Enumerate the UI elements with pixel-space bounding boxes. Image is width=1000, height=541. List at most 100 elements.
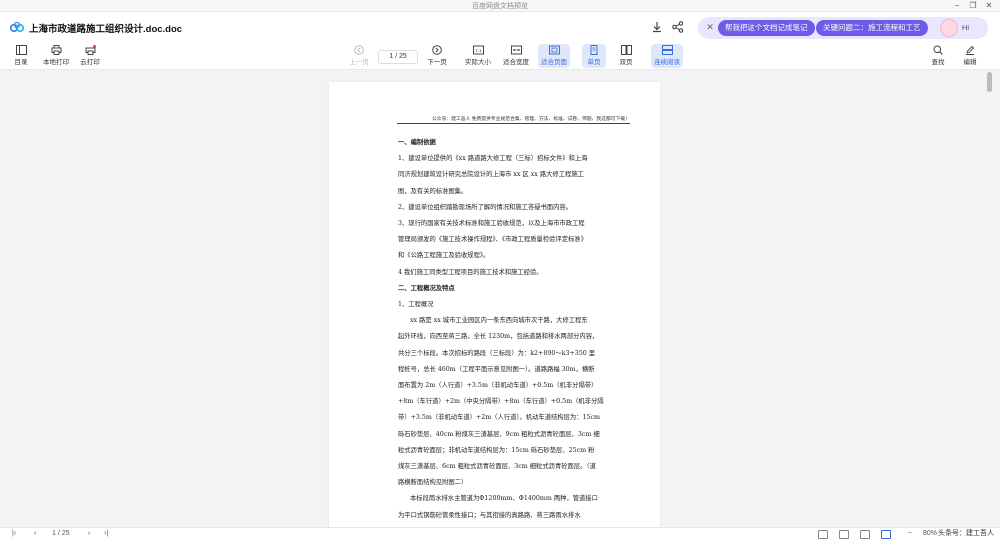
baidu-netdisk-logo-icon — [10, 21, 24, 33]
document-title: 上海市政道路施工组织设计.doc.doc — [29, 24, 183, 35]
ai-suggestion-note[interactable]: 帮我把这个文档记成笔记 — [718, 20, 815, 36]
document-line: 3、现行的国家有关技术标准和施工验收规范，以及上海市市政工程 — [398, 220, 585, 228]
page-number-input[interactable]: 1 / 25 — [378, 50, 418, 64]
minimize-button[interactable]: − — [950, 0, 964, 12]
double-page-button[interactable]: 双页 — [614, 44, 638, 68]
double-page-label: 双页 — [619, 59, 633, 66]
document-page: 公众号：建工吾人 免费提供专业规范合集、管理、方法、标准、试卷、师题、我这都可下… — [329, 82, 660, 533]
double-page-icon — [620, 45, 632, 55]
close-window-button[interactable]: ✕ — [982, 0, 996, 12]
document-line: 图，及有关的标准图集。 — [398, 187, 468, 195]
fit-width-label: 适合宽度 — [503, 59, 529, 66]
ai-suggestion-key-question[interactable]: 关键问题二：施工流程和工艺 — [816, 20, 928, 36]
document-line: 本标段雨水排水主管道为Φ1200mm、Φ1400mm 两种，管道接口 — [410, 495, 598, 503]
cloud-printer-icon — [85, 45, 96, 55]
os-title-bar: 百度网盘文档预览 − ❐ ✕ — [0, 0, 1000, 12]
fit-width-button[interactable]: 适合宽度 — [500, 44, 532, 68]
document-line: 带）+3.5m（非机动车道）+2m（人行道）。机动车道结构层为：15cm — [398, 414, 600, 422]
pencil-icon — [966, 45, 975, 55]
edit-button[interactable]: 编辑 — [960, 44, 980, 68]
zoom-out-button[interactable]: − — [908, 530, 912, 537]
search-label: 查找 — [931, 59, 945, 66]
local-print-button[interactable]: 本地打印 — [40, 44, 72, 68]
toc-label: 目录 — [14, 59, 28, 66]
section-heading: 二、工程概况及特点 — [398, 284, 455, 292]
cloud-print-label: 云打印 — [80, 59, 100, 66]
maximize-button[interactable]: ❐ — [966, 0, 980, 12]
actual-size-label: 实际大小 — [465, 59, 491, 66]
toc-icon — [15, 45, 27, 55]
document-line: 和《公路工程施工及验收规程》。 — [398, 252, 490, 260]
next-page-icon[interactable]: › — [88, 530, 90, 537]
share-icon[interactable] — [671, 20, 685, 34]
fit-page-small-icon[interactable] — [860, 530, 870, 539]
app-header: 上海市政道路施工组织设计.doc.doc ✕ 帮我把这个文档记成笔记 关键问题二… — [0, 12, 1000, 42]
status-bar: |‹ ‹ 1 / 25 › ›| − 80% — [0, 527, 1000, 541]
document-line: 管理局颁发的《施工技术操作规程》、《市政工程质量检验评定标准》 — [398, 236, 587, 244]
fit-page-button[interactable]: 适合页面 — [538, 44, 570, 68]
document-line: 程桩号，总长 460m（工程平面示意见附图一）。道路路幅 30m，横断 — [398, 365, 595, 373]
status-page-indicator[interactable]: 1 / 25 — [52, 530, 70, 537]
actual-size-button[interactable]: 1:1 实际大小 — [462, 44, 494, 68]
document-line: 煤灰三渣基层、6cm 粗粒式沥青砼面层、3cm 细粒式沥青砼面层。（道 — [398, 463, 596, 471]
ai-assistant-avatar[interactable] — [940, 19, 958, 37]
document-line: 1、工程概况 — [398, 301, 434, 309]
svg-text:1:1: 1:1 — [475, 48, 482, 53]
actual-size-small-icon[interactable] — [818, 530, 828, 539]
single-page-label: 单页 — [587, 59, 601, 66]
document-viewport[interactable]: 公众号：建工吾人 免费提供专业规范合集、管理、方法、标准、试卷、师题、我这都可下… — [0, 70, 1000, 533]
prev-page-icon[interactable]: ‹ — [34, 530, 36, 537]
section-heading: 一、编制依据 — [398, 139, 436, 146]
next-page-label: 下一页 — [427, 59, 447, 66]
document-line: 2、建设单位组织踏勘现场所了解的情况和施工答疑书面内容。 — [398, 203, 573, 211]
document-line: 路横断面结构见附图二） — [398, 479, 468, 487]
fit-width-small-icon[interactable] — [839, 530, 849, 539]
local-print-label: 本地打印 — [43, 59, 69, 66]
window-title: 百度网盘文档预览 — [472, 3, 528, 10]
document-line: 同济规划建筑设计研究总院设计的上海市 xx 区 xx 路大修工程施工 — [398, 171, 584, 179]
continuous-reading-label: 连续阅读 — [654, 59, 680, 66]
fit-page-icon — [548, 45, 560, 55]
prev-page-label: 上一页 — [349, 59, 369, 66]
printer-icon — [51, 45, 61, 55]
prev-page-button[interactable]: 上一页 — [346, 44, 372, 68]
cloud-print-button[interactable]: 云打印 — [76, 44, 104, 68]
document-line: xx 路是 xx 城市工业园区内一条东西向城市次干路，大修工程东 — [410, 317, 588, 325]
download-icon[interactable] — [650, 20, 664, 34]
edit-label: 编辑 — [963, 59, 977, 66]
document-line: 起外环线，向西至蒋三路，全长 1230m，包括道路和排水两部分内容， — [398, 333, 599, 341]
page-header-line: 公众号：建工吾人 免费提供专业规范合集、管理、方法、标准、试卷、师题、我这都可下… — [397, 115, 630, 124]
first-page-icon[interactable]: |‹ — [12, 530, 16, 537]
document-line: 粒式沥青砼面层；非机动车道结构层为：15cm 砾石砂垫层、25cm 粉 — [398, 446, 595, 454]
search-icon — [933, 45, 943, 55]
vertical-scrollbar[interactable] — [987, 72, 992, 92]
zoom-level: 80% — [923, 530, 938, 537]
fit-page-label: 适合页面 — [541, 59, 567, 66]
viewer-toolbar: 目录 本地打印 云打印 上一页 1 / 25 下一页 1:1 实际大小 适合宽度… — [0, 42, 1000, 70]
ai-greeting: Hi — [962, 23, 970, 32]
close-icon[interactable]: ✕ — [704, 22, 716, 33]
document-line: 砾石砂垫层、40cm 粉煤灰三渣基层、9cm 粗粒式沥青砼面层、3cm 细 — [398, 430, 600, 438]
document-line: 4 我们施工同类型工程项目的施工技术和施工经验。 — [398, 268, 543, 276]
document-line: 共分三个标段。本次招标的路段（三标段）为：k2+890～k3+350 里 — [398, 349, 596, 357]
ai-assistant-bar: ✕ 帮我把这个文档记成笔记 关键问题二：施工流程和工艺 Hi — [698, 17, 988, 39]
document-line: 为平口式钢筋砼管柔性接口；与其衔接的真路路、蒋三路雨水排水 — [398, 511, 581, 519]
continuous-small-icon[interactable] — [881, 530, 891, 539]
next-page-button[interactable]: 下一页 — [424, 44, 450, 68]
page-body: 一、编制依据 1、建设单位提供的《xx 路道路大修工程（三标）招标文件》和上海 同济… — [398, 135, 634, 524]
chevron-left-icon — [354, 45, 364, 55]
document-line: 1、建设单位提供的《xx 路道路大修工程（三标）招标文件》和上海 — [398, 155, 588, 163]
single-page-icon — [590, 45, 598, 55]
watermark-text: 头条号：建工吾人 — [938, 530, 994, 537]
toc-button[interactable]: 目录 — [8, 44, 34, 68]
search-button[interactable]: 查找 — [928, 44, 948, 68]
document-line: 面布置为 2m（人行道）+3.5m（非机动车道）+0.5m（机非分隔带） — [398, 382, 598, 390]
last-page-icon[interactable]: ›| — [104, 530, 108, 537]
chevron-right-icon — [432, 45, 442, 55]
continuous-reading-icon — [661, 45, 673, 55]
fit-width-icon — [510, 45, 522, 55]
single-page-button[interactable]: 单页 — [582, 44, 606, 68]
actual-size-icon: 1:1 — [472, 45, 484, 55]
continuous-reading-button[interactable]: 连续阅读 — [651, 44, 683, 68]
document-line: +8m（车行道）+2m（中央分隔带）+8m（车行道）+0.5m（机非分隔 — [398, 398, 604, 406]
